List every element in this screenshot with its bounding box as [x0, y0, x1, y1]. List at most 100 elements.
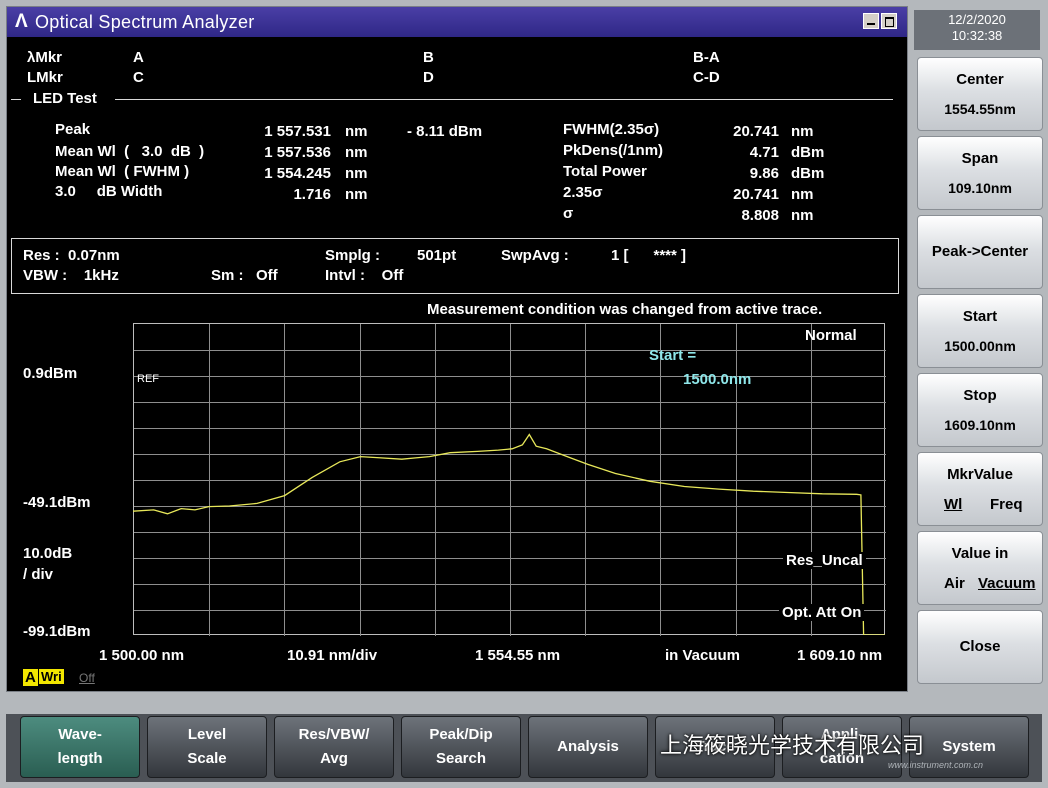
status-message: Measurement condition was changed from a… [427, 301, 823, 318]
button-label: Scale [187, 750, 227, 767]
button-value: 1609.10nm [944, 417, 1016, 433]
res-vbw-avg-button[interactable]: Res/VBW/ Avg [274, 716, 394, 778]
start-value: 1500.0nm [683, 371, 752, 388]
button-label: length [57, 750, 103, 767]
y-mid-label: -49.1dBm [23, 494, 91, 511]
led-right-unit: nm [791, 123, 814, 140]
marker-label-wl: λMkr [27, 49, 63, 66]
led-row-label: Mean Wl ( FWHM ) [55, 163, 190, 180]
x-div-label: 10.91 nm/div [287, 647, 378, 664]
swpavg-label: SwpAvg : [501, 247, 569, 264]
led-right-label: 2.35σ [563, 184, 603, 201]
intvl-setting: Intvl : Off [325, 267, 404, 284]
led-row-label: Peak [55, 121, 91, 138]
button-label: Analysis [557, 738, 619, 755]
led-right-label: Total Power [563, 163, 647, 180]
button-label: Start [962, 308, 998, 325]
led-right-value: 8.808 [741, 207, 779, 224]
x-stop-label: 1 609.10 nm [797, 647, 883, 664]
button-label: Level [187, 726, 227, 743]
button-value: 1554.55nm [944, 101, 1016, 117]
smplg-label: Smplg : [325, 247, 380, 264]
peak-dip-search-button[interactable]: Peak/Dip Search [401, 716, 521, 778]
marker-label-l: LMkr [27, 69, 63, 86]
section-divider [115, 99, 893, 100]
span-button[interactable]: Span 109.10nm [917, 136, 1043, 210]
option-vacuum: Vacuum [978, 575, 1036, 592]
led-row-value: 1 557.531 [264, 123, 331, 140]
title-bar: Λ Optical Spectrum Analyzer [7, 7, 907, 37]
smplg-value: 501pt [417, 247, 457, 264]
button-value: 109.10nm [948, 180, 1012, 196]
option-air: Air [944, 575, 965, 592]
opt-att-flag: Opt. Att On [779, 604, 865, 621]
button-label: Search [435, 750, 487, 767]
button-label: MkrValue [947, 466, 1013, 483]
button-label: Wave- [58, 726, 102, 743]
led-row-value: 1 554.245 [264, 165, 331, 182]
value-in-button[interactable]: Value in Air Vacuum [917, 531, 1043, 605]
trace-letter[interactable]: A [23, 669, 38, 686]
analyzer-window: Λ Optical Spectrum Analyzer λMkr A B B-A… [6, 6, 908, 692]
option-freq: Freq [990, 496, 1023, 513]
led-row-unit: nm [345, 123, 368, 140]
ref-tag: REF [137, 373, 159, 385]
level-scale-button[interactable]: Level Scale [147, 716, 267, 778]
button-label: Span [961, 150, 999, 167]
peak-level: - 8.11 dBm [407, 123, 483, 140]
maximize-icon[interactable] [881, 13, 897, 29]
close-button[interactable]: Close [917, 610, 1043, 684]
marker-b: B [423, 49, 434, 66]
button-label: Peak/Dip [429, 726, 493, 743]
x-center-label: 1 554.55 nm [475, 647, 561, 664]
logo-icon: Λ [15, 11, 28, 32]
trace-state: Off [79, 671, 95, 685]
led-right-unit: nm [791, 186, 814, 203]
led-row-value: 1 557.536 [264, 144, 331, 161]
marker-a: A [133, 49, 144, 66]
button-label: Res/VBW/ [298, 726, 370, 743]
wavelength-button[interactable]: Wave- length [20, 716, 140, 778]
center-button[interactable]: Center 1554.55nm [917, 57, 1043, 131]
button-label: Center [956, 71, 1004, 88]
swpavg-value: 1 [ **** ] [611, 247, 687, 264]
led-right-value: 9.86 [749, 165, 779, 182]
trace-mode[interactable]: Wri [39, 669, 64, 684]
button-label: Peak->Center [931, 243, 1029, 260]
res-setting: Res : 0.07nm [23, 247, 120, 264]
led-right-value: 20.741 [733, 186, 779, 203]
peak-to-center-button[interactable]: Peak->Center [917, 215, 1043, 289]
x-medium-label: in Vacuum [665, 647, 741, 664]
led-row-unit: nm [345, 186, 368, 203]
plot-mode: Normal [805, 327, 857, 344]
marker-d: D [423, 69, 434, 86]
vbw-setting: VBW : 1kHz [23, 267, 119, 284]
spectrum-trace [133, 433, 885, 635]
watermark-site: www.instrument.com.cn [888, 760, 984, 770]
marker-b-a: B-A [693, 49, 720, 66]
analysis-button[interactable]: Analysis [528, 716, 648, 778]
window-title: Optical Spectrum Analyzer [35, 12, 255, 32]
button-label: Value in [951, 545, 1009, 562]
stop-button[interactable]: Stop 1609.10nm [917, 373, 1043, 447]
scale-unit-label: / div [23, 566, 54, 583]
button-label: System [942, 738, 996, 755]
section-divider [11, 99, 21, 100]
mkr-value-button[interactable]: MkrValue Wl Freq [917, 452, 1043, 526]
start-button[interactable]: Start 1500.00nm [917, 294, 1043, 368]
sm-setting: Sm : Off [211, 267, 278, 284]
led-right-unit: dBm [791, 144, 825, 161]
led-row-label: Mean Wl ( 3.0 dB ) [55, 143, 205, 160]
led-row-unit: nm [345, 144, 368, 161]
led-row-label: 3.0 dB Width [55, 183, 163, 200]
clock: 12/2/2020 10:32:38 [914, 10, 1040, 50]
marker-c: C [133, 69, 144, 86]
led-row-value: 1.716 [293, 186, 331, 203]
button-value: 1500.00nm [944, 338, 1016, 354]
minimize-icon[interactable] [863, 13, 879, 29]
button-label: Close [959, 638, 1001, 655]
marker-c-d: C-D [693, 69, 720, 86]
led-right-value: 4.71 [749, 144, 779, 161]
clock-time: 10:32:38 [951, 28, 1003, 43]
led-right-label: σ [563, 205, 574, 222]
